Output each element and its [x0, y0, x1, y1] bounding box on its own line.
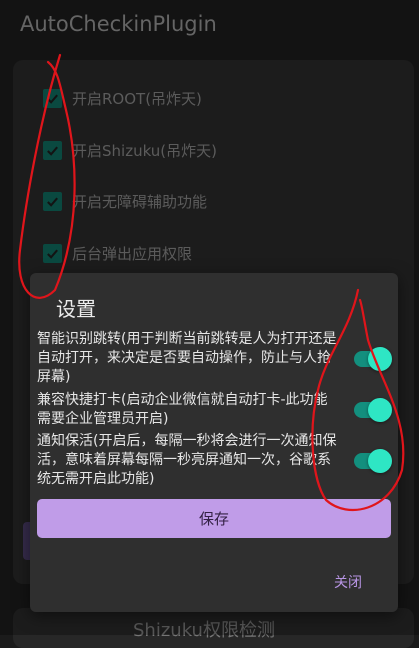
smart-jump-switch[interactable]: [354, 347, 392, 371]
smart-jump-setting-text: 智能识别跳转(用于判断当前跳转是人为打开还是自动打开，来决定是否要自动操作，防止…: [37, 331, 337, 385]
switch-knob: [368, 449, 392, 473]
settings-dialog: 设置 智能识别跳转(用于判断当前跳转是人为打开还是自动打开，来决定是否要自动操作…: [30, 273, 398, 612]
quick-checkin-setting-text: 兼容快捷打卡(启动企业微信就自动打卡-此功能需要企业管理员开启): [37, 392, 328, 427]
notification-keepalive-setting-text: 通知保活(开启后，每隔一秒将会进行一次通知保活，意味着屏幕每隔一秒亮屏通知一次，…: [37, 433, 337, 487]
quick-checkin-switch[interactable]: [354, 398, 392, 422]
close-button[interactable]: 关闭: [334, 572, 362, 592]
switch-knob: [368, 398, 392, 422]
save-button[interactable]: 保存: [37, 499, 391, 538]
notification-keepalive-switch[interactable]: [354, 449, 392, 473]
dialog-title: 设置: [56, 297, 96, 321]
switch-knob: [368, 347, 392, 371]
